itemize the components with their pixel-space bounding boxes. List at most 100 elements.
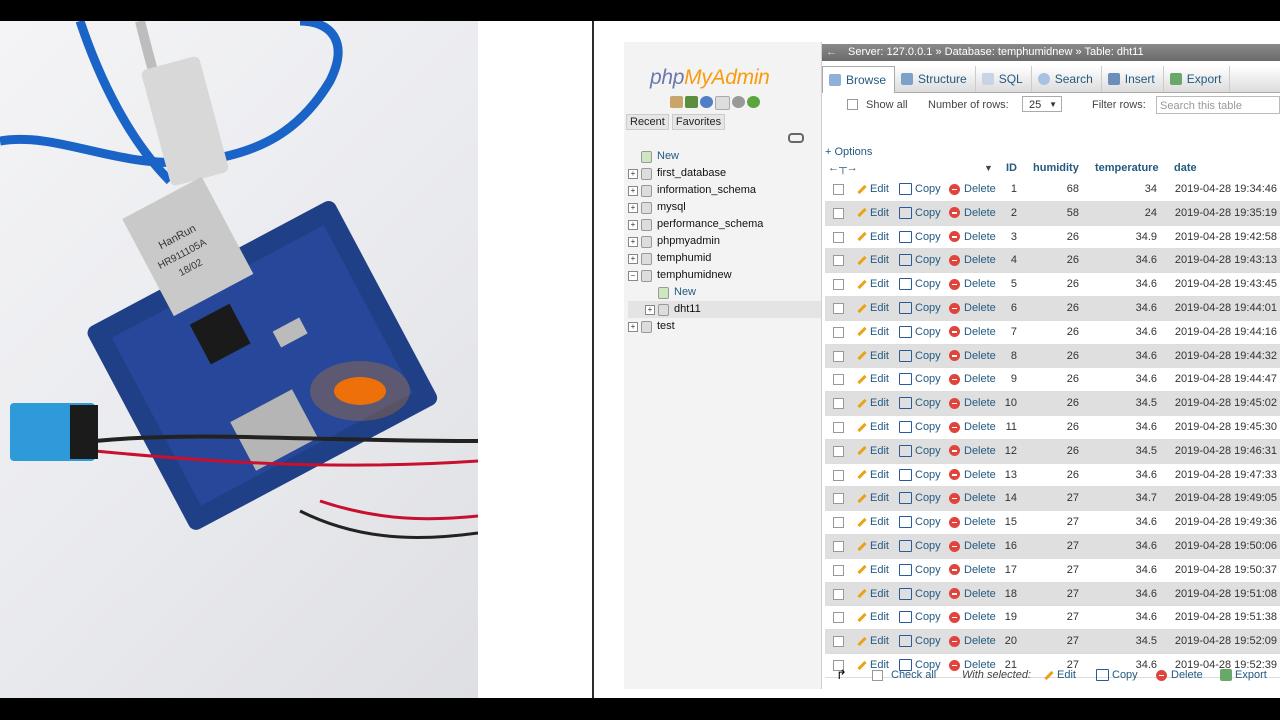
expand-toggle-icon[interactable]: + [628, 169, 638, 179]
copy-button[interactable]: Copy [899, 202, 941, 225]
bulk-copy-button[interactable]: Copy [1096, 662, 1138, 688]
edit-button[interactable]: Edit [857, 297, 889, 320]
reload-icon[interactable] [747, 96, 760, 108]
delete-button[interactable]: Delete [949, 226, 996, 249]
collapse-toggle-icon[interactable]: − [628, 271, 638, 281]
edit-button[interactable]: Edit [857, 368, 889, 391]
delete-button[interactable]: Delete [949, 606, 996, 629]
delete-button[interactable]: Delete [949, 511, 996, 534]
edit-button[interactable]: Edit [857, 226, 889, 249]
row-checkbox[interactable] [833, 231, 844, 243]
delete-button[interactable]: Delete [949, 440, 996, 463]
expand-toggle-icon[interactable]: + [628, 203, 638, 213]
delete-button[interactable]: Delete [949, 416, 996, 439]
tree-item[interactable]: + phpmyadmin [628, 233, 821, 250]
delete-button[interactable]: Delete [949, 297, 996, 320]
row-checkbox[interactable] [833, 636, 844, 648]
copy-button[interactable]: Copy [899, 249, 941, 272]
tree-item[interactable]: − temphumidnew [628, 267, 821, 284]
edit-button[interactable]: Edit [857, 559, 889, 582]
copy-button[interactable]: Copy [899, 440, 941, 463]
delete-button[interactable]: Delete [949, 273, 996, 296]
edit-button[interactable]: Edit [857, 535, 889, 558]
tree-item[interactable]: + test [628, 318, 821, 335]
edit-button[interactable]: Edit [857, 273, 889, 296]
copy-button[interactable]: Copy [899, 226, 941, 249]
help-icon[interactable] [700, 96, 713, 108]
breadcrumb-server[interactable]: Server: 127.0.0.1 » [848, 46, 942, 58]
copy-button[interactable]: Copy [899, 321, 941, 344]
check-all-checkbox[interactable] [872, 670, 883, 681]
delete-button[interactable]: Delete [949, 178, 996, 201]
delete-button[interactable]: Delete [949, 368, 996, 391]
edit-button[interactable]: Edit [857, 416, 889, 439]
tree-item[interactable]: + first_database [628, 165, 821, 182]
row-checkbox[interactable] [833, 184, 844, 195]
row-checkbox[interactable] [833, 255, 844, 267]
row-checkbox[interactable] [833, 350, 844, 362]
edit-button[interactable]: Edit [857, 321, 889, 344]
check-all-label[interactable]: Check all [891, 662, 936, 688]
row-checkbox[interactable] [833, 588, 844, 600]
copy-button[interactable]: Copy [899, 297, 941, 320]
row-checkbox[interactable] [833, 493, 844, 505]
expand-toggle-icon[interactable]: + [628, 186, 638, 196]
expand-toggle-icon[interactable]: + [628, 254, 638, 264]
copy-button[interactable]: Copy [899, 273, 941, 296]
delete-button[interactable]: Delete [949, 392, 996, 415]
show-all-checkbox[interactable] [847, 99, 858, 110]
expand-toggle-icon[interactable]: + [628, 237, 638, 247]
column-visibility-dropdown-icon[interactable]: ▼ [984, 159, 993, 177]
logout-icon[interactable] [685, 96, 698, 108]
column-header-temperature[interactable]: temperature [1095, 159, 1159, 177]
copy-button[interactable]: Copy [899, 464, 941, 487]
bulk-edit-button[interactable]: Edit [1044, 662, 1076, 688]
row-checkbox[interactable] [833, 612, 844, 624]
edit-button[interactable]: Edit [857, 202, 889, 225]
delete-button[interactable]: Delete [949, 345, 996, 368]
home-icon[interactable] [670, 96, 683, 108]
edit-button[interactable]: Edit [857, 606, 889, 629]
copy-button[interactable]: Copy [899, 178, 941, 201]
tree-item[interactable]: + mysql [628, 199, 821, 216]
column-resize-arrows-icon[interactable]: ←┬→ [828, 159, 858, 177]
edit-button[interactable]: Edit [857, 487, 889, 510]
row-checkbox[interactable] [833, 421, 844, 433]
copy-button[interactable]: Copy [899, 368, 941, 391]
copy-button[interactable]: Copy [899, 583, 941, 606]
delete-button[interactable]: Delete [949, 464, 996, 487]
breadcrumb-database[interactable]: Database: temphumidnew » [945, 46, 1082, 58]
collapse-arrow-icon[interactable]: ← [826, 44, 837, 61]
row-checkbox[interactable] [833, 517, 844, 529]
delete-button[interactable]: Delete [949, 559, 996, 582]
bulk-delete-button[interactable]: Delete [1156, 662, 1203, 688]
delete-button[interactable]: Delete [949, 535, 996, 558]
edit-button[interactable]: Edit [857, 249, 889, 272]
tree-item[interactable]: + information_schema [628, 182, 821, 199]
delete-button[interactable]: Delete [949, 202, 996, 225]
row-checkbox[interactable] [833, 207, 844, 219]
tab-export[interactable]: Export [1164, 66, 1231, 92]
expand-toggle-icon[interactable]: + [645, 305, 655, 315]
row-checkbox[interactable] [833, 302, 844, 314]
copy-button[interactable]: Copy [899, 511, 941, 534]
row-checkbox[interactable] [833, 564, 844, 576]
row-checkbox[interactable] [833, 374, 844, 386]
column-header-id[interactable]: ID [1006, 159, 1017, 177]
filter-rows-input[interactable]: Search this table [1156, 96, 1280, 114]
copy-button[interactable]: Copy [899, 630, 941, 653]
docs-icon[interactable] [715, 96, 730, 110]
edit-button[interactable]: Edit [857, 511, 889, 534]
row-checkbox[interactable] [833, 445, 844, 457]
breadcrumb-table[interactable]: Table: dht11 [1084, 46, 1143, 58]
delete-button[interactable]: Delete [949, 583, 996, 606]
tree-item[interactable]: New [628, 284, 821, 301]
delete-button[interactable]: Delete [949, 321, 996, 344]
row-checkbox[interactable] [833, 540, 844, 552]
tree-item[interactable]: + dht11 [628, 301, 821, 318]
rows-per-page-select[interactable]: 25 ▼ [1022, 96, 1062, 112]
edit-button[interactable]: Edit [857, 392, 889, 415]
copy-button[interactable]: Copy [899, 392, 941, 415]
edit-button[interactable]: Edit [857, 440, 889, 463]
expand-toggle-icon[interactable]: + [628, 220, 638, 230]
